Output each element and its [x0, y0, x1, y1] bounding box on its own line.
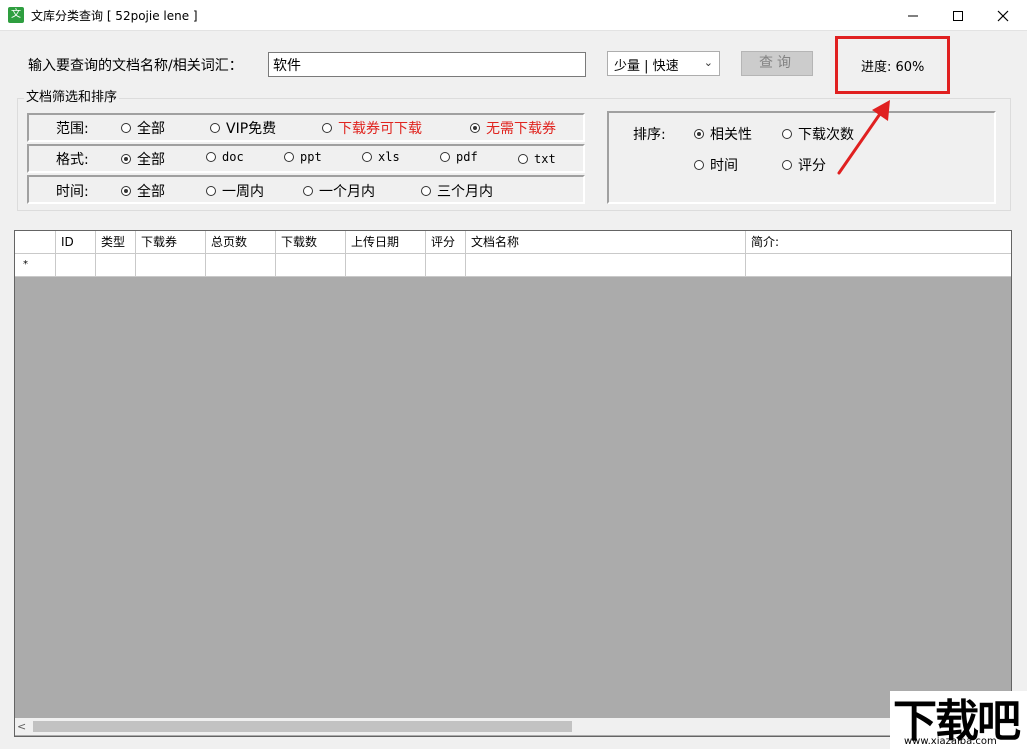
- radio-icon: [362, 152, 372, 162]
- format-option-all[interactable]: 全部: [121, 149, 165, 169]
- chevron-down-icon: ⌄: [703, 56, 713, 69]
- grid-new-row[interactable]: *: [15, 254, 1011, 277]
- watermark-logo: 下载吧 www.xiazaiba.com: [890, 691, 1027, 749]
- table-cell[interactable]: [206, 254, 276, 276]
- format-option-ppt[interactable]: ppt: [284, 150, 322, 164]
- column-header-doc-name[interactable]: 文档名称: [466, 231, 746, 253]
- column-header-coupon[interactable]: 下载券: [136, 231, 206, 253]
- radio-icon: [210, 123, 220, 133]
- radio-selected-icon: [121, 154, 131, 164]
- sort-label: 排序:: [633, 127, 666, 143]
- maximize-button[interactable]: [935, 0, 981, 31]
- minimize-button[interactable]: [890, 0, 936, 31]
- table-cell[interactable]: [346, 254, 426, 276]
- radio-icon: [206, 152, 216, 162]
- annotation-arrow-icon: [837, 100, 890, 175]
- mode-select-value: 少量 | 快速: [614, 59, 679, 74]
- radio-icon: [121, 123, 131, 133]
- radio-icon: [782, 160, 792, 170]
- grid-header-row: ID 类型 下载券 总页数 下载数 上传日期 评分 文档名称 简介:: [15, 231, 1011, 254]
- format-option-doc[interactable]: doc: [206, 150, 244, 164]
- time-option-all[interactable]: 全部: [121, 181, 165, 201]
- sort-option-relevance[interactable]: 相关性: [694, 124, 752, 144]
- minimize-icon: [908, 15, 918, 16]
- column-header-pages[interactable]: 总页数: [206, 231, 276, 253]
- row-header-corner: [15, 231, 56, 253]
- time-option-three-months[interactable]: 三个月内: [421, 181, 493, 201]
- new-row-marker: *: [15, 254, 56, 276]
- scrollbar-thumb[interactable]: [33, 721, 572, 732]
- sort-option-time[interactable]: 时间: [694, 155, 738, 175]
- format-option-txt[interactable]: txt: [518, 152, 556, 166]
- maximize-icon: [953, 10, 963, 21]
- close-icon: [997, 10, 1009, 21]
- scope-option-coupon[interactable]: 下载券可下载: [322, 118, 422, 138]
- radio-icon: [694, 160, 704, 170]
- scope-option-no-coupon[interactable]: 无需下载券: [470, 118, 556, 138]
- radio-icon: [206, 186, 216, 196]
- radio-icon: [782, 129, 792, 139]
- table-cell[interactable]: [56, 254, 96, 276]
- window-title: 文库分类查询 [ 52pojie lene ]: [31, 9, 198, 23]
- radio-selected-icon: [694, 129, 704, 139]
- filter-group-legend: 文档筛选和排序: [24, 86, 120, 105]
- radio-icon: [421, 186, 431, 196]
- column-header-downloads[interactable]: 下载数: [276, 231, 346, 253]
- table-cell[interactable]: [276, 254, 346, 276]
- format-option-xls[interactable]: xls: [362, 150, 400, 164]
- watermark-url: www.xiazaiba.com: [904, 736, 997, 747]
- app-icon: 文: [8, 7, 24, 23]
- table-cell[interactable]: [426, 254, 466, 276]
- progress-label: 进度: 60%: [861, 60, 925, 75]
- horizontal-scrollbar[interactable]: <: [15, 718, 892, 735]
- close-button[interactable]: [980, 0, 1026, 31]
- column-header-rating[interactable]: 评分: [426, 231, 466, 253]
- scroll-left-arrow-icon[interactable]: <: [17, 718, 29, 735]
- sort-option-rating[interactable]: 评分: [782, 155, 826, 175]
- results-grid[interactable]: ID 类型 下载券 总页数 下载数 上传日期 评分 文档名称 简介: *: [14, 230, 1012, 737]
- radio-icon: [322, 123, 332, 133]
- radio-icon: [440, 152, 450, 162]
- radio-icon: [284, 152, 294, 162]
- scope-label: 范围:: [56, 121, 89, 137]
- title-bar: 文 文库分类查询 [ 52pojie lene ]: [0, 0, 1027, 31]
- column-header-summary[interactable]: 简介:: [746, 231, 1011, 253]
- column-header-id[interactable]: ID: [56, 231, 96, 253]
- query-button[interactable]: 查询: [741, 51, 813, 76]
- format-label: 格式:: [56, 152, 89, 168]
- column-header-type[interactable]: 类型: [96, 231, 136, 253]
- time-label: 时间:: [56, 184, 89, 200]
- scope-option-vip-free[interactable]: VIP免费: [210, 118, 276, 138]
- radio-selected-icon: [470, 123, 480, 133]
- table-cell[interactable]: [746, 254, 1011, 276]
- radio-selected-icon: [121, 186, 131, 196]
- search-input[interactable]: [268, 52, 586, 77]
- table-cell[interactable]: [136, 254, 206, 276]
- time-option-month[interactable]: 一个月内: [303, 181, 375, 201]
- table-cell[interactable]: [96, 254, 136, 276]
- mode-select[interactable]: 少量 | 快速 ⌄: [607, 51, 720, 76]
- format-option-pdf[interactable]: pdf: [440, 150, 478, 164]
- time-option-week[interactable]: 一周内: [206, 181, 264, 201]
- radio-icon: [518, 154, 528, 164]
- column-header-upload-date[interactable]: 上传日期: [346, 231, 426, 253]
- search-label: 输入要查询的文档名称/相关词汇：: [28, 58, 243, 74]
- radio-icon: [303, 186, 313, 196]
- table-cell[interactable]: [466, 254, 746, 276]
- scope-option-all[interactable]: 全部: [121, 118, 165, 138]
